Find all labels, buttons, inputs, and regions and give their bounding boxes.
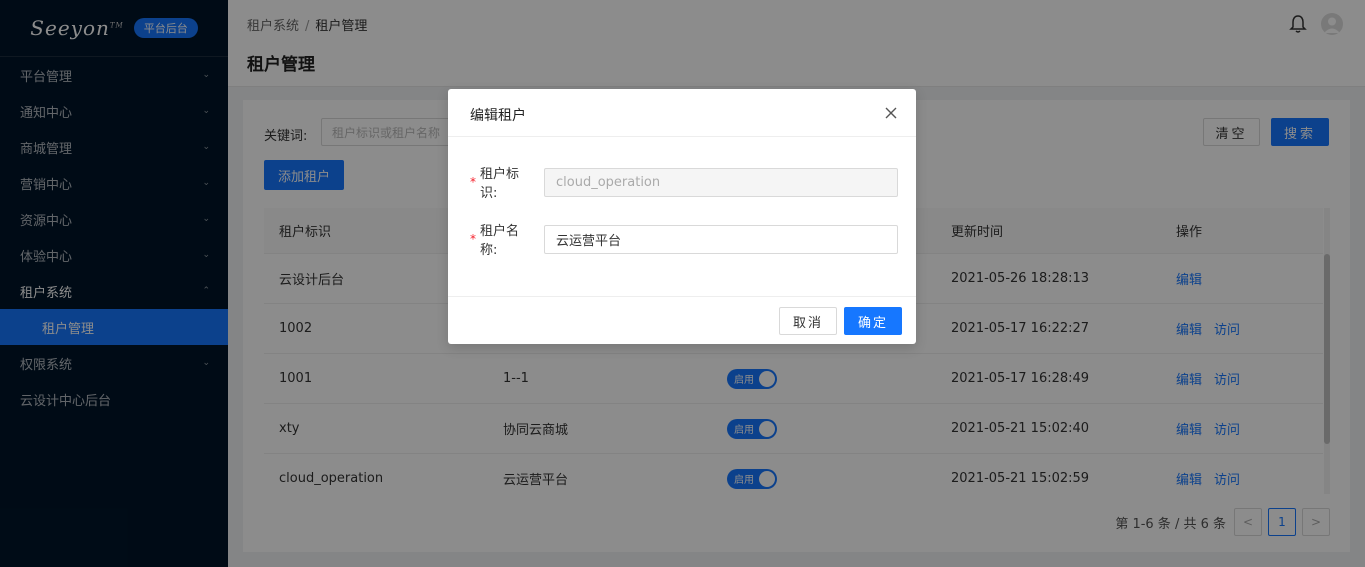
close-icon[interactable] — [884, 106, 898, 120]
tenant-id-label: 租户标识: — [480, 167, 520, 201]
modal-title: 编辑租户 — [470, 108, 526, 124]
required-mark: * — [470, 175, 476, 189]
required-mark: * — [470, 232, 476, 246]
cancel-button[interactable]: 取消 — [779, 307, 837, 335]
tenant-name-label: 租户名称: — [480, 224, 520, 258]
tenant-name-input[interactable]: 云运营平台 — [544, 224, 898, 254]
tenant-id-input: cloud_operation — [544, 167, 898, 197]
confirm-button[interactable]: 确定 — [844, 307, 902, 335]
modal-header: 编辑租户 — [448, 89, 916, 137]
modal-footer: 取消 确定 — [448, 296, 916, 344]
edit-tenant-modal: 编辑租户 * 租户标识: cloud_operation * 租户名称: 云运营… — [448, 89, 916, 344]
form-row-tenant-name: * 租户名称: 云运营平台 — [470, 220, 898, 258]
form-row-tenant-id: * 租户标识: cloud_operation — [470, 163, 898, 201]
